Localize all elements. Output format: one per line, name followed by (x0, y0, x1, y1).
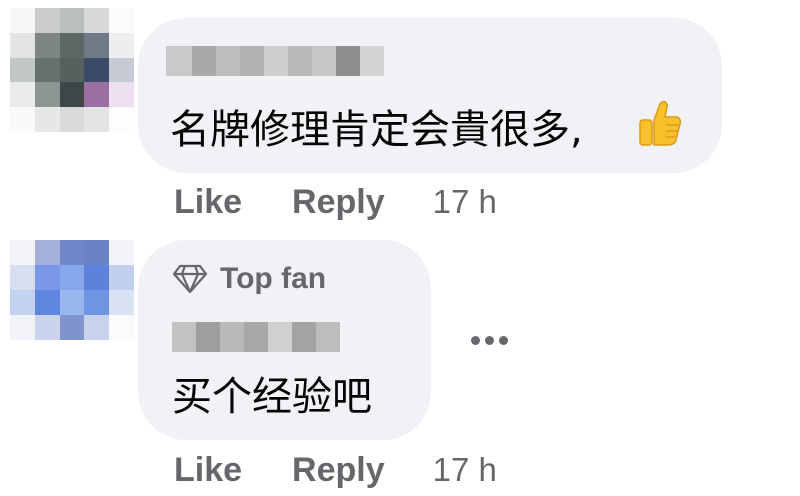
comment-actions: Like Reply 17 h (174, 183, 497, 222)
comment-actions: Like Reply 17 h (174, 451, 497, 490)
thumbs-up-icon (639, 100, 682, 146)
comment-text: 名牌修理肯定会貴很多, (170, 107, 583, 153)
top-fan-badge[interactable]: Top fan (172, 262, 326, 296)
comment-timestamp[interactable]: 17 h (433, 451, 497, 489)
more-options-icon[interactable] (471, 336, 508, 345)
reply-button[interactable]: Reply (292, 451, 385, 490)
like-button[interactable]: Like (174, 451, 242, 490)
like-button[interactable]: Like (174, 183, 242, 222)
top-fan-label: Top fan (220, 262, 327, 295)
diamond-icon (172, 264, 208, 294)
avatar[interactable] (10, 8, 134, 132)
commenter-name[interactable] (172, 322, 340, 352)
comment-text: 买个经验吧 (172, 374, 372, 420)
commenter-name[interactable] (166, 46, 384, 76)
avatar[interactable] (10, 240, 134, 340)
comment-timestamp[interactable]: 17 h (433, 183, 497, 221)
reply-button[interactable]: Reply (292, 183, 385, 222)
